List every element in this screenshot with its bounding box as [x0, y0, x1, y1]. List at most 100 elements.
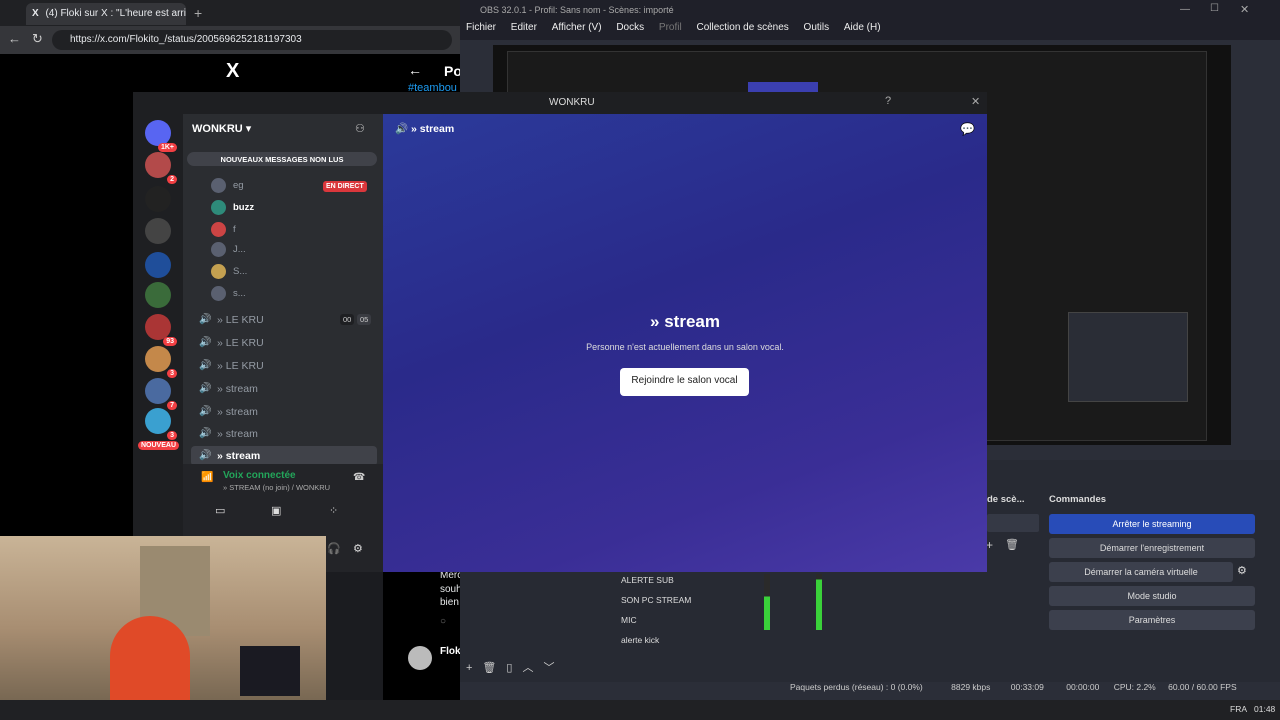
- close-icon[interactable]: ✕: [1240, 3, 1249, 16]
- menu-editer[interactable]: Editer: [511, 22, 537, 33]
- back-icon[interactable]: ←: [8, 31, 21, 46]
- server-icon[interactable]: 3: [145, 408, 177, 440]
- settings-gear-icon[interactable]: ⚙: [353, 542, 363, 555]
- reload-icon[interactable]: ↻: [32, 31, 43, 47]
- tweet-reply-area: Merc souh bien ○ Floki: [383, 570, 463, 700]
- menu-fichier[interactable]: Fichier: [466, 22, 496, 33]
- webcam-feed: [0, 536, 326, 720]
- speaker-icon: 🔊: [199, 383, 212, 394]
- disconnect-icon[interactable]: ☎: [353, 472, 365, 483]
- discord-window: WONKRU ? ✕ 1K+ 2 93 3 7 3 NOUVEAU WONKRU…: [133, 92, 987, 572]
- virtualcam-settings-gear-icon[interactable]: ⚙: [1237, 564, 1247, 577]
- server-list: 1K+ 2 93 3 7 3 NOUVEAU: [133, 114, 183, 572]
- camera-off-icon[interactable]: ▭: [215, 504, 225, 517]
- menu-aide[interactable]: Aide (H): [844, 22, 881, 33]
- voice-channel-selected[interactable]: 🔊» stream: [191, 446, 377, 466]
- commands-dock-title: Commandes: [1049, 494, 1107, 505]
- menu-docks[interactable]: Docks: [616, 22, 644, 33]
- voice-channel[interactable]: 🔊» stream: [191, 424, 377, 444]
- menu-profil[interactable]: Profil: [659, 22, 682, 33]
- server-icon[interactable]: [145, 252, 171, 278]
- voice-channel[interactable]: 🔊» stream: [191, 402, 377, 422]
- voice-user[interactable]: S...: [211, 262, 371, 282]
- server-icon[interactable]: [145, 282, 171, 308]
- screen-share-icon[interactable]: ▣: [271, 504, 281, 517]
- speaker-icon: 🔊: [199, 337, 212, 348]
- voice-user[interactable]: J...: [211, 240, 371, 260]
- voice-user[interactable]: s...: [211, 284, 371, 304]
- browser-toolbar: ← ↻ https://x.com/Flokito_/status/200569…: [0, 26, 460, 54]
- reply-icon[interactable]: ○: [440, 616, 446, 627]
- dropped-frames-text: Paquets perdus (réseau) : 0 (0.0%): [790, 682, 923, 692]
- taskbar: FRA 01:48: [0, 700, 1280, 720]
- server-icon[interactable]: [145, 186, 171, 212]
- source-item[interactable]: MIC: [605, 612, 730, 630]
- voice-main-title: » stream: [650, 312, 720, 331]
- add-member-icon[interactable]: ⚇: [355, 122, 365, 135]
- server-icon[interactable]: [145, 218, 171, 244]
- new-tab-icon[interactable]: +: [194, 5, 202, 21]
- language-indicator[interactable]: FRA: [1230, 704, 1247, 714]
- address-bar[interactable]: https://x.com/Flokito_/status/2005696252…: [52, 30, 452, 50]
- voice-channel[interactable]: 🔊» stream: [191, 379, 377, 399]
- channel-header: 🔊 » stream: [395, 123, 455, 135]
- clock[interactable]: 01:48: [1254, 704, 1275, 714]
- add-scene-icon[interactable]: +: [986, 538, 993, 552]
- source-item[interactable]: ALERTE SUB: [605, 572, 730, 590]
- author-avatar[interactable]: [408, 646, 432, 670]
- discord-home-icon[interactable]: 1K+: [145, 120, 177, 152]
- voice-connected-text[interactable]: Voix connectée: [223, 470, 296, 481]
- voice-user[interactable]: buzz: [211, 198, 371, 218]
- minimize-icon[interactable]: —: [1180, 4, 1190, 15]
- menu-outils[interactable]: Outils: [804, 22, 830, 33]
- voice-detail-text[interactable]: » STREAM (no join) / WONKRU: [223, 483, 330, 492]
- channel-sidebar: WONKRU ▾ ⚇ NOUVEAUX MESSAGES NON LUS eg …: [183, 114, 391, 572]
- source-item[interactable]: SON PC STREAM: [605, 592, 730, 610]
- close-icon[interactable]: ✕: [971, 95, 980, 108]
- menu-collection[interactable]: Collection de scènes: [696, 22, 788, 33]
- settings-button[interactable]: Paramètres: [1049, 610, 1255, 630]
- new-messages-banner[interactable]: NOUVEAUX MESSAGES NON LUS: [187, 152, 377, 166]
- stop-streaming-button[interactable]: Arrêter le streaming: [1049, 514, 1255, 534]
- scene-select[interactable]: [987, 514, 1039, 532]
- server-name[interactable]: WONKRU ▾: [192, 122, 251, 135]
- speaker-icon: 🔊: [199, 406, 212, 417]
- obs-titlebar: OBS 32.0.1 - Profil: Sans nom - Scènes: …: [460, 0, 1280, 22]
- audio-meter: [764, 574, 770, 630]
- voice-channel[interactable]: 🔊» LE KRU: [191, 333, 377, 353]
- voice-channel[interactable]: 🔊» LE KRU: [191, 356, 377, 376]
- back-arrow-icon[interactable]: ←: [408, 62, 422, 78]
- source-item[interactable]: alerte kick: [605, 632, 730, 650]
- menu-afficher[interactable]: Afficher (V): [552, 22, 602, 33]
- headset-icon[interactable]: 🎧: [327, 542, 341, 555]
- browser-tab[interactable]: X (4) Floki sur X : "L'heure est arrivée: [26, 3, 186, 25]
- discord-titlebar: WONKRU ? ✕: [133, 92, 987, 114]
- x-home-logo[interactable]: X: [226, 60, 239, 83]
- server-icon[interactable]: 2: [145, 152, 177, 184]
- new-server-badge: NOUVEAU: [138, 441, 180, 450]
- voice-signal-icon: 📶: [201, 472, 214, 483]
- server-icon[interactable]: 93: [145, 314, 177, 346]
- voice-user[interactable]: f: [211, 220, 371, 240]
- delete-scene-icon[interactable]: 🗑: [1005, 538, 1019, 551]
- server-icon[interactable]: 7: [145, 378, 177, 410]
- speaker-icon: 🔊: [199, 314, 212, 325]
- voice-main-subtitle: Personne n'est actuellement dans un salo…: [586, 342, 784, 352]
- voice-channel-main: 🔊 » stream 💬 » stream Personne n'est act…: [383, 114, 987, 572]
- server-icon[interactable]: 3: [145, 346, 177, 378]
- avatar: [211, 242, 226, 257]
- rec-time-text: 00:00:00: [1066, 682, 1100, 692]
- avatar: [211, 178, 226, 193]
- maximize-icon[interactable]: ☐: [1210, 3, 1219, 14]
- help-icon[interactable]: ?: [885, 95, 891, 107]
- bitrate-text: 8829 kbps: [951, 682, 991, 692]
- channel-count: 05: [357, 314, 372, 325]
- start-virtualcam-button[interactable]: Démarrer la caméra virtuelle: [1049, 562, 1233, 582]
- activities-icon[interactable]: ⁘: [329, 504, 338, 517]
- speaker-icon: 🔊: [199, 428, 212, 439]
- avatar: [211, 222, 226, 237]
- start-recording-button[interactable]: Démarrer l'enregistrement: [1049, 538, 1255, 558]
- chat-icon[interactable]: 💬: [960, 122, 975, 136]
- join-voice-button[interactable]: Rejoindre le salon vocal: [620, 368, 749, 396]
- studio-mode-button[interactable]: Mode studio: [1049, 586, 1255, 606]
